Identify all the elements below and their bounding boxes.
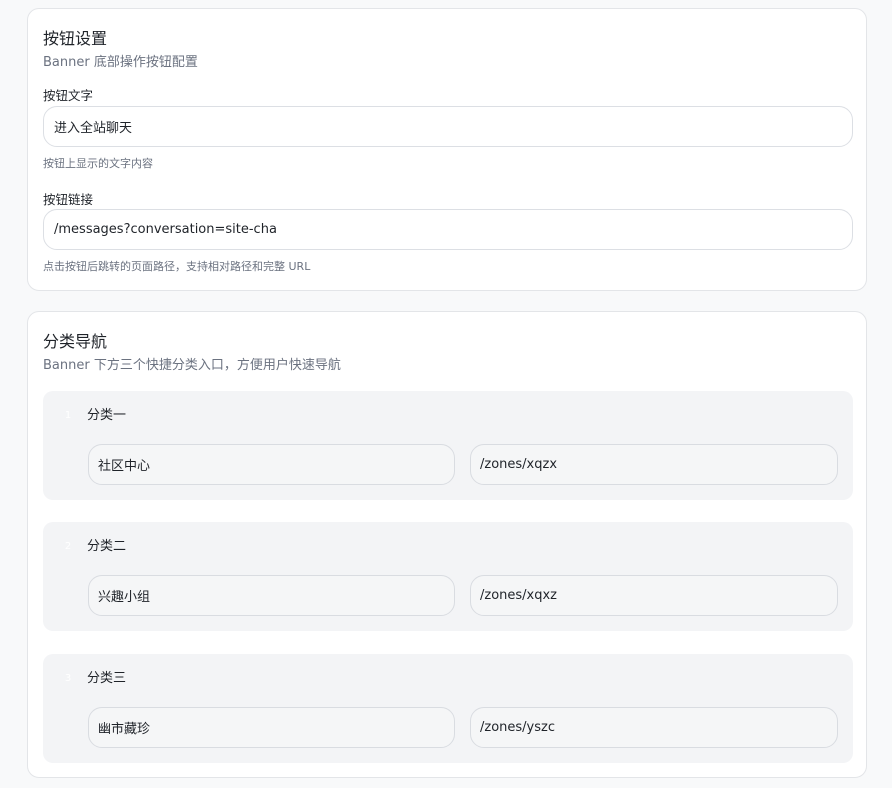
category-title: 分类三 (87, 671, 127, 686)
category-item: 3 分类三 (43, 654, 853, 763)
button-link-help: 点击按钮后跳转的页面路径，支持相对路径和完整 URL (43, 260, 311, 273)
button-text-label: 按钮文字 (43, 88, 94, 103)
category-index: 2 (64, 541, 72, 552)
category-nav-title: 分类导航 (43, 332, 108, 351)
category-nav-card: 分类导航 Banner 下方三个快捷分类入口，方便用户快速导航 1 分类一 2 … (27, 311, 867, 778)
category-link-input[interactable] (470, 575, 838, 616)
button-link-label: 按钮链接 (43, 192, 94, 207)
button-settings-subtitle: Banner 底部操作按钮配置 (43, 55, 198, 70)
category-title: 分类二 (87, 539, 127, 554)
category-name-input[interactable] (88, 707, 455, 748)
category-link-input[interactable] (470, 444, 838, 485)
button-text-help: 按钮上显示的文字内容 (43, 157, 153, 170)
category-index: 3 (64, 673, 72, 684)
category-item: 2 分类二 (43, 522, 853, 631)
category-name-input[interactable] (88, 444, 455, 485)
category-name-input[interactable] (88, 575, 455, 616)
button-settings-card: 按钮设置 Banner 底部操作按钮配置 按钮文字 按钮上显示的文字内容 按钮链… (27, 8, 867, 291)
category-link-input[interactable] (470, 707, 838, 748)
button-text-input[interactable] (43, 106, 853, 147)
category-title: 分类一 (87, 408, 127, 423)
category-item: 1 分类一 (43, 391, 853, 500)
button-link-input[interactable] (43, 209, 853, 250)
button-settings-title: 按钮设置 (43, 29, 108, 48)
category-nav-subtitle: Banner 下方三个快捷分类入口，方便用户快速导航 (43, 358, 341, 373)
category-index: 1 (64, 410, 72, 421)
